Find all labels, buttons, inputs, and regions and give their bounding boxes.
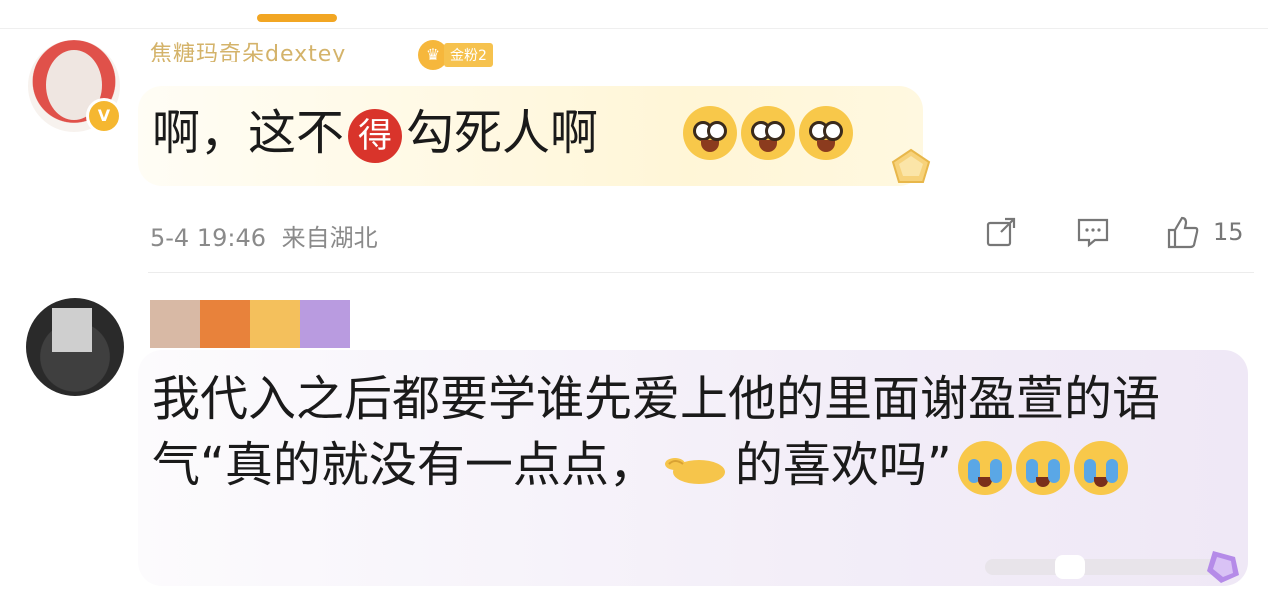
crying-emoji-icon <box>1073 441 1128 495</box>
avatar-blur <box>52 308 92 352</box>
comment-divider <box>148 272 1254 273</box>
comment-text-part: 的喜欢吗” <box>734 437 952 493</box>
avatar[interactable] <box>26 298 124 396</box>
comment-text: 啊，这不得勾死人啊 <box>152 102 598 164</box>
de-badge-icon: 得 <box>348 109 403 163</box>
thumbs-up-icon <box>1167 216 1199 249</box>
location: 来自湖北 <box>281 224 378 252</box>
crying-emoji-icon <box>1015 441 1070 495</box>
starstruck-emoji-icon <box>799 106 853 160</box>
top-divider <box>0 28 1268 29</box>
comment-text: 我代入之后都要学谁先爱上他的里面谢盈萱的语气“真的就没有一点点， 的喜欢吗” <box>152 366 1232 498</box>
verified-icon: V <box>86 98 122 134</box>
reply-button[interactable] <box>1075 214 1111 250</box>
fan-badge[interactable]: ♛ 金粉2 <box>418 40 493 70</box>
emoji-row <box>957 441 1128 495</box>
starstruck-emoji-icon <box>683 106 737 160</box>
starstruck-emoji-icon <box>741 106 795 160</box>
bubble-decoration-icon <box>985 551 1239 583</box>
like-count: 15 <box>1213 218 1244 246</box>
pinching-hand-icon <box>664 458 725 484</box>
timestamp: 5-4 19:46 <box>150 224 266 252</box>
username-color-blocks[interactable] <box>150 300 350 348</box>
emoji-row <box>683 106 853 160</box>
username[interactable]: 焦糖玛奇朵dextey <box>150 38 346 62</box>
fan-badge-label: 金粉2 <box>444 43 493 67</box>
share-icon <box>986 217 1016 247</box>
comment-meta: 5-4 19:46 来自湖北 <box>150 218 378 253</box>
share-button[interactable] <box>983 214 1019 250</box>
gem-decoration-icon <box>885 146 937 186</box>
crying-emoji-icon <box>957 441 1012 495</box>
comment-icon <box>1077 218 1109 248</box>
comment-text-part: 勾死人啊 <box>406 105 599 161</box>
comment-text-part: 啊，这不 <box>152 105 345 161</box>
top-scroll-indicator <box>257 14 337 22</box>
like-button[interactable]: 15 <box>1165 214 1244 250</box>
